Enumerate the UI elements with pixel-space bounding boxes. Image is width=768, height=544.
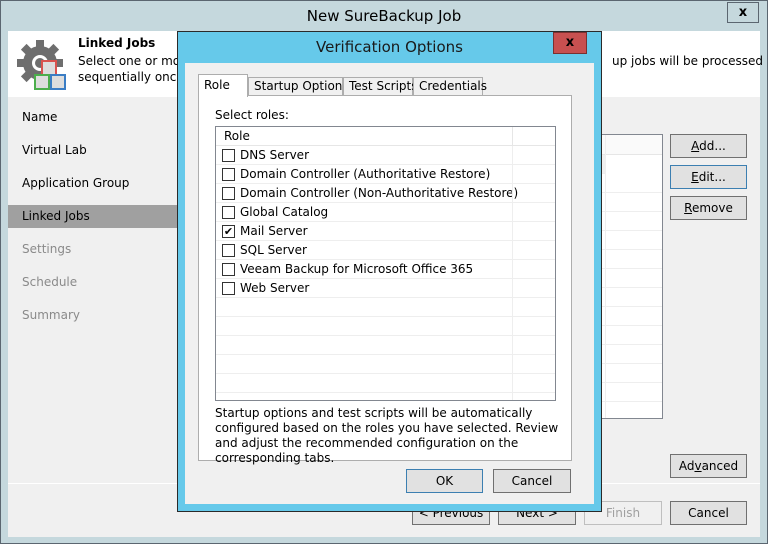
role-row[interactable]: Global Catalog xyxy=(216,203,555,222)
role-name: Mail Server xyxy=(240,224,308,238)
checkbox-checked[interactable]: ✔ xyxy=(222,225,235,238)
role-row[interactable]: Domain Controller (Authoritative Restore… xyxy=(216,165,555,184)
tab-test-scripts[interactable]: Test Scripts xyxy=(343,77,418,96)
checkbox[interactable] xyxy=(222,168,235,181)
tab-startup-options[interactable]: Startup Options xyxy=(248,77,349,96)
remove-button[interactable]: Remove xyxy=(670,196,747,220)
step-description-line2: sequentially once t xyxy=(78,70,193,84)
checkbox[interactable] xyxy=(222,187,235,200)
window-title: New SureBackup Job xyxy=(306,7,462,25)
column-divider xyxy=(512,184,513,202)
nav-item-virtual-lab[interactable]: Virtual Lab xyxy=(8,134,180,167)
role-row[interactable]: DNS Server xyxy=(216,146,555,165)
empty-row xyxy=(216,374,555,393)
step-description-right: up jobs will be processed xyxy=(612,54,763,68)
role-name: Domain Controller (Non-Authoritative Res… xyxy=(240,186,519,200)
role-row[interactable]: Veeam Backup for Microsoft Office 365 xyxy=(216,260,555,279)
role-name: SQL Server xyxy=(240,243,307,257)
select-roles-label: Select roles: xyxy=(215,108,289,122)
nav-item-linked-jobs[interactable]: Linked Jobs xyxy=(8,205,180,228)
role-name: Web Server xyxy=(240,281,310,295)
checkbox[interactable] xyxy=(222,206,235,219)
checkbox[interactable] xyxy=(222,244,235,257)
dialog-title: Verification Options xyxy=(316,38,463,56)
role-tab-panel: Select roles: Role DNS Server Domain Cont… xyxy=(198,95,572,465)
nav-item-summary: Summary xyxy=(22,308,80,322)
roles-grid-header: Role xyxy=(216,127,555,146)
role-rows: DNS Server Domain Controller (Authoritati… xyxy=(216,146,555,298)
empty-row xyxy=(216,317,555,336)
dialog-body: Role Startup Options Test Scripts Creden… xyxy=(185,63,594,504)
column-divider xyxy=(512,241,513,259)
window-close-button[interactable]: x xyxy=(727,2,759,23)
empty-row xyxy=(216,298,555,317)
column-divider xyxy=(512,165,513,183)
role-column-header[interactable]: Role xyxy=(224,129,250,143)
column-divider xyxy=(512,279,513,297)
column-divider xyxy=(512,146,513,164)
checkbox[interactable] xyxy=(222,149,235,162)
column-divider xyxy=(512,203,513,221)
empty-row xyxy=(216,355,555,374)
tab-role[interactable]: Role xyxy=(198,74,248,97)
empty-row xyxy=(216,393,555,400)
column-divider xyxy=(512,260,513,278)
checkbox[interactable] xyxy=(222,263,235,276)
cancel-button[interactable]: Cancel xyxy=(670,501,747,525)
add-button[interactable]: Add... xyxy=(670,134,747,158)
column-divider xyxy=(605,135,606,418)
nav-item-schedule: Schedule xyxy=(22,275,78,289)
role-row[interactable]: SQL Server xyxy=(216,241,555,260)
nav-item-settings: Settings xyxy=(22,242,72,256)
role-row[interactable]: Domain Controller (Non-Authoritative Res… xyxy=(216,184,555,203)
step-description-left: Select one or more xyxy=(78,54,193,68)
advanced-button[interactable]: Advanced xyxy=(670,454,747,478)
tab-credentials[interactable]: Credentials xyxy=(413,77,487,96)
edit-button[interactable]: Edit... xyxy=(670,165,747,189)
role-name: Global Catalog xyxy=(240,205,329,219)
role-name: Domain Controller (Authoritative Restore… xyxy=(240,167,491,181)
roles-note: Startup options and test scripts will be… xyxy=(215,406,559,465)
dialog-close-button[interactable]: x xyxy=(553,32,587,54)
role-row[interactable]: Web Server xyxy=(216,279,555,298)
verification-options-dialog: Verification Options x Role Startup Opti… xyxy=(177,31,602,512)
empty-row xyxy=(216,336,555,355)
dialog-cancel-button[interactable]: Cancel xyxy=(493,469,571,493)
ok-button[interactable]: OK xyxy=(406,469,483,493)
column-divider xyxy=(512,222,513,240)
nav-item-name[interactable]: Name xyxy=(8,101,180,134)
role-name: DNS Server xyxy=(240,148,309,162)
role-name: Veeam Backup for Microsoft Office 365 xyxy=(240,262,474,276)
column-divider xyxy=(512,127,513,145)
roles-grid[interactable]: Role DNS Server Domain Controller (Author… xyxy=(215,126,556,401)
nav-item-application-group[interactable]: Application Group xyxy=(8,167,180,200)
role-row[interactable]: ✔ Mail Server xyxy=(216,222,555,241)
checkbox[interactable] xyxy=(222,282,235,295)
wizard-nav: Name Virtual Lab Application Group Linke… xyxy=(8,101,180,332)
step-title: Linked Jobs xyxy=(78,36,156,50)
linked-jobs-gear-icon xyxy=(17,40,66,90)
